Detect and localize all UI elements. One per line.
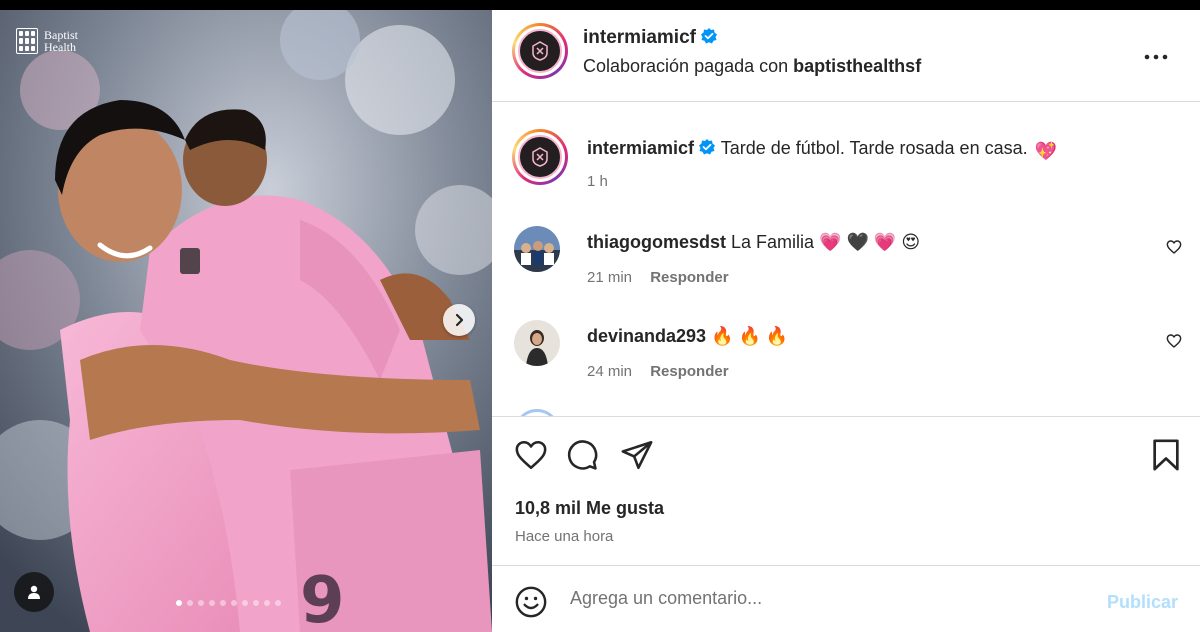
post-header: intermiamicf Colaboración pagada con bap…: [492, 10, 1200, 102]
more-horizontal-icon: [1144, 54, 1168, 60]
comments-section[interactable]: intermiamicf Tarde de fútbol. Tarde rosa…: [492, 103, 1200, 417]
verified-badge-icon: [699, 139, 716, 155]
carousel-indicators: [176, 600, 281, 606]
user-icon: [28, 585, 40, 599]
carousel-dot: [264, 600, 270, 606]
post-timestamp[interactable]: Hace una hora: [515, 528, 613, 545]
comment-like-button[interactable]: [1166, 333, 1182, 354]
save-button[interactable]: [1150, 438, 1182, 477]
comment-input[interactable]: [570, 583, 1090, 613]
comment-bubble-icon: [567, 440, 598, 470]
commenter-username[interactable]: devinanda293: [587, 326, 706, 346]
comment-like-button[interactable]: [1166, 239, 1182, 260]
sponsor-watermark: Baptist Health: [16, 28, 94, 54]
bookmark-icon: [1153, 439, 1179, 471]
next-commenter-avatar-partial[interactable]: [514, 409, 560, 416]
carousel-dot: [176, 600, 182, 606]
author-avatar[interactable]: [512, 23, 568, 79]
browser-top-strip: [0, 0, 1200, 10]
commenter-avatar[interactable]: [514, 320, 560, 366]
send-paper-plane-icon: [621, 440, 653, 470]
sponsor-logo-text: Baptist Health: [44, 28, 79, 54]
comment-row: devinanda293 🔥 🔥 🔥 24 min Responder: [492, 320, 1200, 390]
carousel-dot: [242, 600, 248, 606]
carousel-next-button[interactable]: [443, 304, 475, 336]
verified-badge-icon: [700, 28, 717, 44]
caption-text: Tarde de fútbol. Tarde rosada en casa.: [720, 138, 1028, 158]
likes-count[interactable]: 10,8 mil Me gusta: [515, 498, 664, 519]
inter-miami-crest-icon: [518, 29, 562, 73]
heart-icon: [515, 440, 547, 470]
share-button[interactable]: [620, 438, 654, 477]
author-username[interactable]: intermiamicf: [583, 27, 696, 48]
like-button[interactable]: [514, 438, 548, 477]
comment-row: thiagogomesdst La Familia 💗 🖤 💗 😍 21 min…: [492, 226, 1200, 296]
more-options-button[interactable]: [1144, 40, 1168, 66]
caption-username[interactable]: intermiamicf: [587, 138, 694, 158]
tagged-users-button[interactable]: [14, 572, 54, 612]
emoji-picker-button[interactable]: [514, 585, 548, 624]
publish-button[interactable]: Publicar: [1107, 592, 1178, 613]
heart-outline-icon: [1166, 240, 1182, 254]
comment-emojis: 💗 🖤 💗 😍: [819, 232, 921, 252]
baptist-health-logo-icon: [16, 28, 38, 54]
carousel-dot: [198, 600, 204, 606]
carousel-dot: [187, 600, 193, 606]
partnership-prefix: Colaboración pagada con: [583, 56, 789, 76]
smiley-face-icon: [515, 586, 547, 618]
carousel-dot: [220, 600, 226, 606]
sparkling-heart-emoji: 💖: [1034, 141, 1058, 161]
post-details-panel: intermiamicf Colaboración pagada con bap…: [492, 0, 1200, 632]
comment-text: La Familia: [731, 232, 815, 252]
reply-button[interactable]: Responder: [650, 363, 728, 380]
comment-timestamp[interactable]: 24 min: [587, 363, 632, 380]
comment-timestamp[interactable]: 21 min: [587, 269, 632, 286]
commenter-username[interactable]: thiagogomesdst: [587, 232, 726, 252]
chevron-right-icon: [455, 313, 464, 327]
commenter-avatar[interactable]: [514, 226, 560, 272]
comment-emojis: 🔥 🔥 🔥: [711, 326, 789, 346]
carousel-dot: [275, 600, 281, 606]
post-caption: intermiamicf Tarde de fútbol. Tarde rosa…: [587, 138, 1057, 162]
post-actions-section: 10,8 mil Me gusta Hace una hora: [492, 418, 1200, 566]
carousel-dot: [209, 600, 215, 606]
comment-button[interactable]: [565, 438, 599, 477]
carousel-dot: [231, 600, 237, 606]
svg-text:9: 9: [300, 564, 345, 632]
instagram-post-modal: 9 Baptist Health intermiamicf Colaboraci…: [0, 0, 1200, 632]
heart-outline-icon: [1166, 334, 1182, 348]
caption-author-avatar[interactable]: [512, 129, 568, 185]
caption-timestamp[interactable]: 1 h: [587, 173, 608, 190]
reply-button[interactable]: Responder: [650, 269, 728, 286]
add-comment-bar: Publicar: [492, 567, 1200, 632]
paid-partnership-label: Colaboración pagada con baptisthealthsf: [583, 56, 921, 77]
inter-miami-crest-icon: [518, 135, 562, 179]
carousel-dot: [253, 600, 259, 606]
post-media[interactable]: 9 Baptist Health: [0, 0, 492, 632]
partner-username[interactable]: baptisthealthsf: [793, 56, 921, 76]
photo-two-players-hugging: 9: [0, 0, 492, 632]
